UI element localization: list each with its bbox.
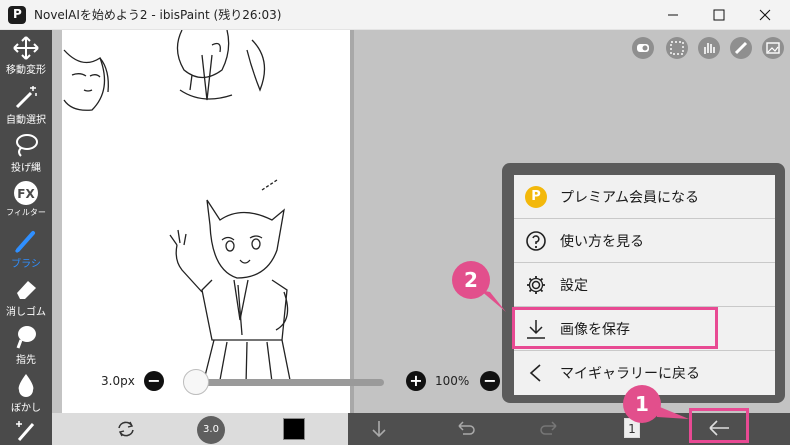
color-swatch[interactable]	[283, 418, 305, 440]
menu-item-label: プレミアム会員になる	[560, 189, 700, 206]
minimize-button[interactable]	[650, 0, 696, 30]
brush-size-track[interactable]	[196, 379, 384, 386]
selection-icon[interactable]	[666, 37, 688, 59]
tool-label: 指先	[16, 355, 36, 366]
undo-icon[interactable]	[455, 420, 475, 442]
smudge-icon	[16, 326, 36, 349]
menu-item-label: 使い方を見る	[560, 233, 644, 250]
step-1-pointer	[655, 405, 689, 419]
toggle-icon[interactable]	[632, 37, 654, 59]
brush-size-label: 3.0px	[101, 374, 135, 388]
tool-label: 自動選択	[6, 115, 46, 126]
close-button[interactable]	[742, 0, 788, 30]
sketch-drawing	[63, 29, 291, 386]
tool-more[interactable]	[0, 418, 52, 442]
save-image-highlight	[512, 307, 718, 349]
menu-item-settings[interactable]: 設定	[514, 263, 775, 307]
tool-move[interactable]: 移動変形	[0, 36, 52, 76]
magic-wand-icon	[15, 86, 37, 109]
maximize-button[interactable]	[696, 0, 742, 30]
transform-icon[interactable]	[116, 420, 136, 442]
tool-filter[interactable]: FX フィルター	[0, 180, 52, 218]
download-arrow-icon[interactable]	[370, 419, 388, 443]
tool-palette: 移動変形 自動選択 投げ縄 FX フィルター ブラシ 消しゴム 指先 ぼかし	[0, 30, 52, 445]
tool-eraser[interactable]: 消しゴム	[0, 276, 52, 318]
tool-label: ブラシ	[11, 259, 41, 270]
reference-icon[interactable]	[762, 37, 784, 59]
help-icon	[524, 229, 548, 253]
tool-blur[interactable]: ぼかし	[0, 372, 52, 414]
main-menu: P プレミアム会員になる 使い方を見る 設定 画像を保存 マイギャラリーに戻る	[502, 163, 785, 403]
ruler-icon[interactable]	[730, 37, 752, 59]
menu-item-premium[interactable]: P プレミアム会員になる	[514, 175, 775, 219]
menu-item-label: 設定	[560, 277, 588, 294]
redo-icon[interactable]	[540, 420, 560, 442]
zoom-minus-button[interactable]: −	[480, 371, 500, 391]
brush-size-knob[interactable]	[183, 369, 209, 395]
paper-edge	[350, 30, 354, 413]
zoom-plus-button[interactable]: +	[406, 371, 426, 391]
blur-icon	[18, 374, 34, 397]
tool-label: 移動変形	[6, 65, 46, 76]
tool-label: フィルター	[6, 208, 46, 217]
step-2-pointer	[480, 290, 506, 312]
zoom-label: 100%	[435, 374, 470, 388]
menu-list: P プレミアム会員になる 使い方を見る 設定 画像を保存 マイギャラリーに戻る	[514, 175, 775, 395]
menu-item-label: マイギャラリーに戻る	[560, 366, 700, 382]
back-button-highlight	[689, 408, 749, 443]
premium-icon: P	[525, 185, 547, 208]
title-bar: P NovelAIを始めよう2 - ibisPaint (残り26:03)	[0, 0, 790, 30]
svg-text:FX: FX	[17, 187, 35, 201]
chevron-left-icon	[524, 361, 548, 385]
gear-icon	[524, 273, 548, 297]
brush-icon	[14, 231, 35, 254]
tool-magic-wand[interactable]: 自動選択	[0, 84, 52, 126]
hand-icon[interactable]	[698, 37, 720, 59]
tool-label: 消しゴム	[6, 307, 46, 318]
tool-brush[interactable]: ブラシ	[0, 228, 52, 270]
app-icon: P	[8, 5, 26, 24]
lasso-icon	[16, 134, 38, 157]
maximize-icon	[713, 9, 725, 21]
minimize-icon	[668, 14, 678, 16]
brush-size-indicator[interactable]: 3.0	[197, 416, 225, 444]
window-title: NovelAIを始めよう2 - ibisPaint (残り26:03)	[34, 8, 282, 22]
menu-item-help[interactable]: 使い方を見る	[514, 219, 775, 263]
close-icon	[759, 9, 771, 21]
brush-size-minus-button[interactable]: −	[144, 371, 164, 391]
move-icon	[13, 36, 39, 60]
tool-lasso[interactable]: 投げ縄	[0, 132, 52, 174]
sparkle-brush-icon	[16, 421, 35, 441]
drawing-paper[interactable]	[62, 29, 351, 413]
tool-smudge[interactable]: 指先	[0, 324, 52, 366]
tool-label: ぼかし	[11, 403, 41, 414]
eraser-icon	[17, 281, 36, 299]
tool-label: 投げ縄	[11, 163, 41, 174]
fx-icon: FX	[14, 181, 38, 205]
